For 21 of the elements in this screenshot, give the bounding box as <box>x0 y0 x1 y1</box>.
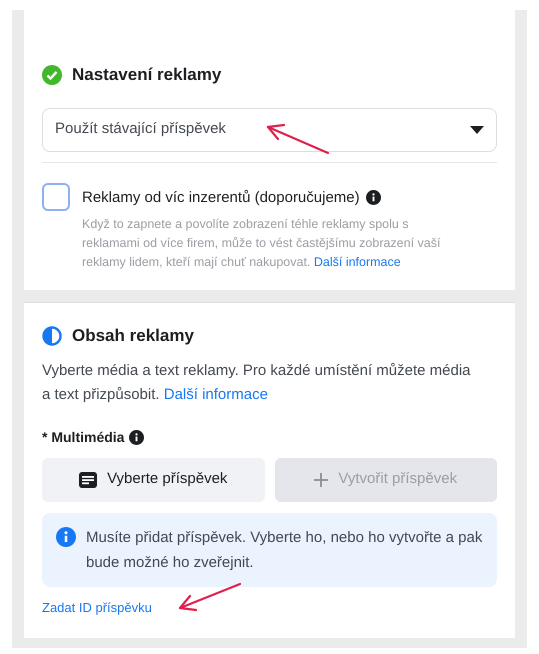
annotation-arrow <box>178 582 242 612</box>
learn-more-link[interactable]: Další informace <box>164 386 268 402</box>
section-description: Vyberte média a text reklamy. Pro každé umístění můžete média a text přizpůsobit. Další informace <box>42 360 472 404</box>
plus-icon <box>314 472 328 486</box>
notice-text: Musíte přidat příspěvek. Vyberte ho, nebo ho vytvořte a pak bude možné ho zveřejnit. <box>86 528 483 572</box>
section-title: Nastavení reklamy <box>72 64 222 86</box>
info-icon <box>56 526 76 546</box>
post-id-link[interactable]: Zadat ID příspěvku <box>42 598 152 617</box>
post-dropdown[interactable]: Použít stávající příspěvek <box>42 108 497 152</box>
section-title: Obsah reklamy <box>72 325 194 347</box>
post-icon <box>79 472 98 488</box>
info-icon <box>129 430 144 444</box>
checkbox[interactable] <box>42 182 70 210</box>
info-icon <box>366 190 381 206</box>
learn-more-link[interactable]: Další informace <box>314 255 401 269</box>
field-label: * Multimédia <box>42 428 124 446</box>
checkbox-label: Reklamy od víc inzerentů (doporučujeme) <box>82 188 360 208</box>
caret-icon <box>470 126 484 134</box>
annotation-arrow <box>266 121 330 155</box>
checkbox-description: Když to zapnete a povolíte zobrazení téhle reklamy spolu s reklamami od více firem, může to vést častějšímu zobrazení vaší reklamy lidem, kteří mají chuť nakupovat. Další informace <box>82 216 442 271</box>
select-post-button[interactable]: Vyberte příspěvek <box>42 458 264 502</box>
